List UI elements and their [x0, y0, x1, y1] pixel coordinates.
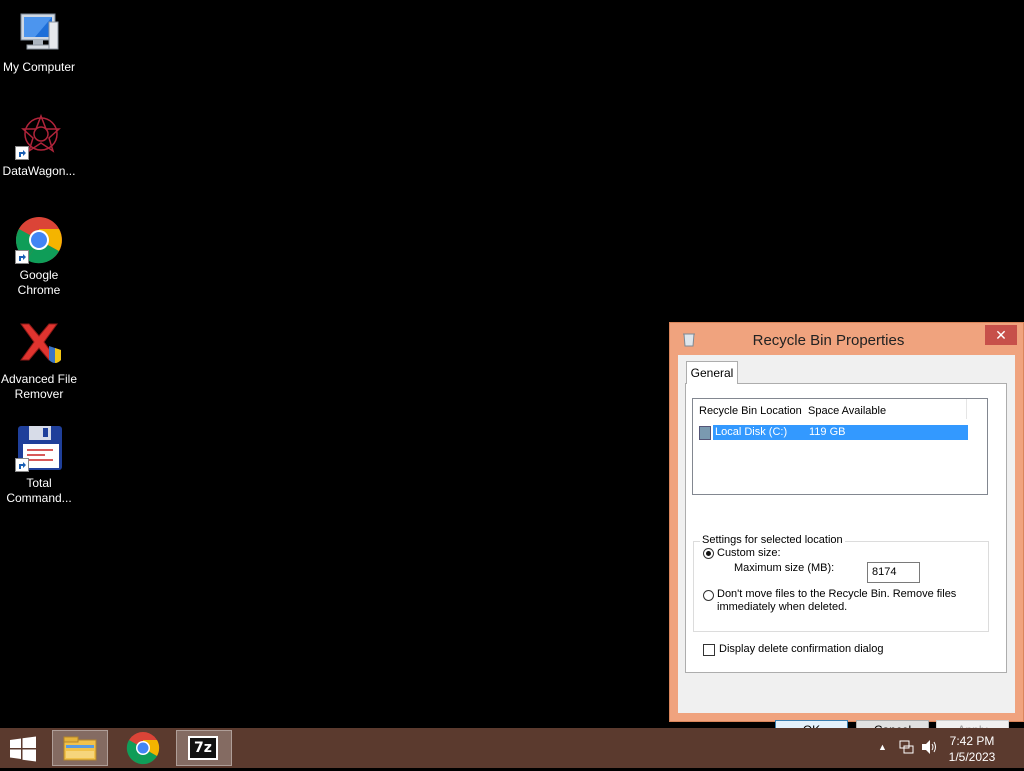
- taskbar: 7z ▲ 7:42 PM 1/5/2023: [0, 728, 1024, 768]
- show-hidden-icons-chevron-icon[interactable]: ▲: [878, 740, 888, 754]
- maximum-size-label: Maximum size (MB):: [734, 562, 835, 574]
- file-explorer-icon: [63, 736, 97, 761]
- list-item[interactable]: Local Disk (C:) 119 GB: [699, 425, 968, 440]
- shortcut-arrow-icon: [15, 458, 29, 472]
- taskbar-7zip[interactable]: 7z: [176, 730, 232, 766]
- drive-icon: [699, 426, 711, 440]
- windows-logo-icon: [10, 736, 36, 762]
- shortcut-arrow-icon: [15, 250, 29, 264]
- taskbar-file-explorer[interactable]: [52, 730, 108, 766]
- desktop-icon-label: DataWagon...: [2, 164, 76, 178]
- close-button[interactable]: ✕: [985, 325, 1017, 345]
- dialog-body: General Recycle Bin Location Space Avail…: [678, 355, 1015, 741]
- desktop-icon-google-chrome[interactable]: Google Chrome: [0, 216, 78, 298]
- 7zip-label: 7z: [194, 740, 212, 756]
- confirmation-label: Display delete confirmation dialog: [719, 643, 884, 655]
- tab-general[interactable]: General: [686, 361, 738, 384]
- recycle-bin-properties-dialog: Recycle Bin Properties ✕ General Recycle…: [669, 322, 1024, 741]
- desktop-icon-label: My Computer: [2, 60, 76, 74]
- computer-icon: [15, 8, 63, 56]
- dialog-title-bar[interactable]: Recycle Bin Properties ✕: [670, 323, 1023, 355]
- column-header-location[interactable]: Recycle Bin Location: [699, 405, 802, 417]
- custom-size-radio[interactable]: [703, 548, 714, 559]
- datawagon-icon: [15, 112, 63, 160]
- desktop-icon-my-computer[interactable]: My Computer: [0, 8, 78, 75]
- location-name: Local Disk (C:): [715, 426, 788, 438]
- dont-move-files-radio[interactable]: [703, 590, 714, 601]
- chrome-icon: [15, 216, 63, 264]
- clock-time: 7:42 PM: [949, 734, 995, 748]
- custom-size-label: Custom size:: [717, 547, 781, 559]
- start-button[interactable]: [8, 736, 38, 762]
- 7zip-icon: 7z: [188, 736, 218, 760]
- dont-move-label-line2: immediately when deleted.: [717, 601, 848, 613]
- settings-legend: Settings for selected location: [700, 534, 845, 546]
- column-header-space[interactable]: Space Available: [808, 405, 886, 417]
- space-available: 119 GB: [809, 426, 846, 438]
- desktop-icon-label-line1: Total: [26, 476, 52, 490]
- desktop-icon-label-line1: Google: [19, 268, 59, 282]
- confirmation-checkbox[interactable]: [703, 644, 715, 656]
- shortcut-arrow-icon: [15, 146, 29, 160]
- dialog-title: Recycle Bin Properties: [752, 332, 905, 349]
- desktop-icon-label-line2: Command...: [6, 491, 72, 505]
- column-separator: [966, 399, 967, 419]
- desktop-icon-total-commander[interactable]: Total Command...: [0, 424, 78, 506]
- desktop-icon-datawagon[interactable]: DataWagon...: [0, 112, 78, 179]
- list-header: Recycle Bin Location Space Available: [693, 399, 987, 421]
- clock[interactable]: 7:42 PM 1/5/2023: [942, 733, 1002, 765]
- total-commander-icon: [15, 424, 63, 472]
- system-tray: ▲ 7:42 PM 1/5/2023: [854, 728, 1024, 768]
- location-list[interactable]: Recycle Bin Location Space Available Loc…: [692, 398, 988, 495]
- taskbar-chrome[interactable]: [115, 730, 171, 766]
- file-remover-icon: [15, 320, 63, 368]
- chrome-icon: [126, 732, 160, 765]
- dont-move-label-line1: Don't move files to the Recycle Bin. Rem…: [717, 588, 957, 600]
- clock-date: 1/5/2023: [948, 750, 996, 764]
- desktop-icon-advanced-file-remover[interactable]: Advanced File Remover: [0, 320, 78, 402]
- maximum-size-input[interactable]: 8174: [867, 562, 920, 583]
- network-icon[interactable]: [899, 739, 915, 755]
- desktop-icon-label-line2: Remover: [14, 387, 64, 401]
- volume-icon[interactable]: [920, 739, 938, 755]
- desktop-icon-label-line2: Chrome: [17, 283, 61, 297]
- desktop-icon-label-line1: Advanced File: [0, 372, 78, 386]
